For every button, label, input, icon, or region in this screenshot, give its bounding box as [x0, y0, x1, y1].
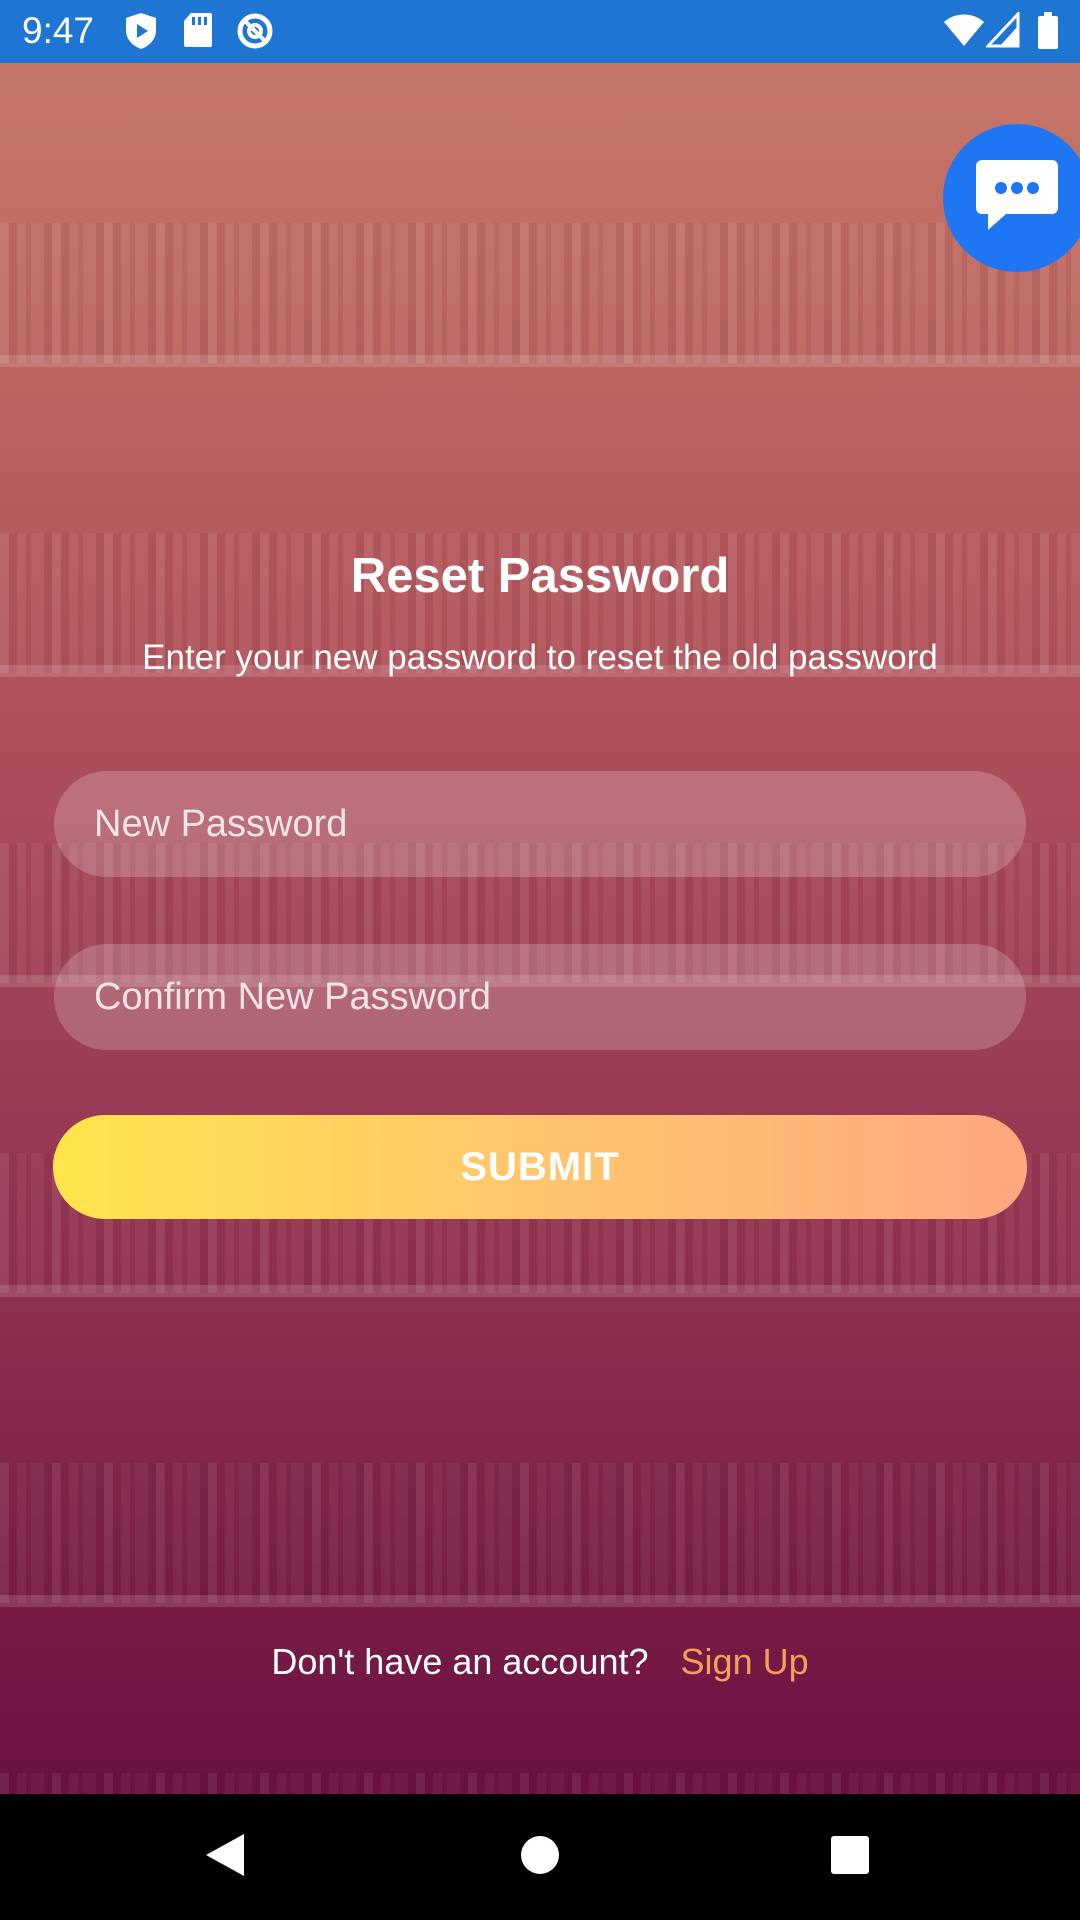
- recents-button[interactable]: [770, 1794, 930, 1920]
- page-subtitle: Enter your new password to reset the old…: [142, 638, 938, 677]
- submit-button[interactable]: SUBMIT: [53, 1115, 1027, 1219]
- signup-prompt-text: Don't have an account?: [271, 1641, 649, 1682]
- battery-icon: [1037, 12, 1059, 55]
- wifi-icon: [943, 12, 985, 53]
- home-button[interactable]: [460, 1794, 620, 1920]
- chat-button[interactable]: [943, 124, 1080, 272]
- at-sign-icon: [236, 12, 274, 55]
- system-nav-bar: [0, 1794, 1080, 1920]
- signup-prompt: Don't have an account? Sign Up: [0, 1641, 1080, 1683]
- status-time: 9:47: [22, 10, 95, 51]
- page-title: Reset Password: [350, 549, 730, 603]
- back-icon: [204, 1832, 246, 1883]
- bookshelf-lines: [0, 63, 1080, 1794]
- status-bar: 9:47: [0, 0, 1080, 63]
- play-protect-icon: [124, 12, 158, 55]
- signal-icon: [984, 10, 1020, 53]
- recents-icon: [830, 1835, 870, 1880]
- new-password-input[interactable]: [54, 771, 1026, 877]
- back-button[interactable]: [145, 1794, 305, 1920]
- sd-card-icon: [183, 12, 213, 53]
- reset-password-screen: Reset Password Enter your new password t…: [0, 63, 1080, 1794]
- confirm-password-input[interactable]: [54, 944, 1026, 1050]
- home-icon: [520, 1835, 560, 1880]
- sign-up-link[interactable]: Sign Up: [681, 1641, 809, 1682]
- chat-bubble-dots-icon: [974, 158, 1060, 239]
